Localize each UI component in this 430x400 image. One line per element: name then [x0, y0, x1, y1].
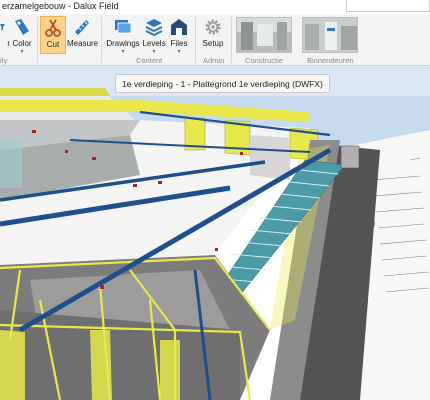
visibility-group-label: ity — [0, 56, 8, 65]
binnendeuren-thumbnail-image — [303, 18, 357, 52]
drawings-icon — [115, 20, 132, 34]
measure-label: Measure — [67, 39, 99, 48]
view-label-binnendeuren: Binnendeuren — [307, 56, 354, 65]
ruler-icon — [75, 20, 89, 35]
measure-button[interactable]: Measure — [67, 16, 99, 54]
drawings-button[interactable]: Drawings ▾ — [106, 16, 140, 55]
levels-label: Levels — [142, 39, 166, 48]
ribbon-toolbar: r Color ▾ ity Cut Measure Drawings ▾ Lev… — [0, 14, 430, 66]
ribbon-separator — [37, 17, 38, 63]
files-button[interactable]: Files ▾ — [168, 16, 190, 55]
levels-dropdown-icon: ▾ — [152, 49, 156, 55]
color-label: Color — [12, 39, 32, 48]
levels-icon — [145, 19, 163, 37]
window-controls[interactable] — [346, 0, 430, 12]
setup-label: Setup — [202, 39, 224, 48]
drawings-dropdown-icon: ▾ — [121, 49, 125, 55]
gear-icon — [205, 19, 221, 35]
constructie-thumbnail-image — [237, 18, 291, 52]
window-title: erzamelgebouw - Dalux Field — [2, 1, 119, 11]
drawings-label: Drawings — [106, 39, 140, 48]
files-icon — [171, 19, 187, 35]
drawing-tooltip: 1e verdieping - 1 - Plattegrond 1e verdi… — [115, 74, 330, 93]
cut-button[interactable]: Cut — [40, 16, 66, 54]
ribbon-separator — [195, 17, 196, 63]
view-label-constructie: Constructie — [245, 56, 283, 65]
cut-label: Cut — [46, 40, 60, 49]
filter-button[interactable]: r — [0, 16, 10, 54]
color-button[interactable]: Color ▾ — [10, 16, 34, 55]
files-dropdown-icon: ▾ — [177, 49, 181, 55]
view-thumbnail-constructie[interactable] — [236, 17, 292, 53]
filter-icon — [0, 24, 5, 30]
color-dropdown-icon: ▾ — [20, 49, 24, 55]
scissors-icon — [45, 19, 61, 37]
files-label: Files — [170, 39, 188, 48]
palette-icon — [15, 19, 29, 35]
content-group-label: Content — [136, 56, 163, 65]
filter-label: r — [7, 39, 10, 48]
ribbon-separator — [101, 17, 102, 63]
view-thumbnail-binnendeuren[interactable] — [302, 17, 358, 53]
building-model-render — [0, 66, 430, 400]
setup-button[interactable]: Setup — [199, 16, 227, 54]
levels-button[interactable]: Levels ▾ — [141, 16, 167, 55]
admin-group-label: Admin — [203, 56, 225, 65]
3d-model-viewport[interactable]: 1e verdieping - 1 - Plattegrond 1e verdi… — [0, 66, 430, 400]
ribbon-separator — [231, 17, 232, 63]
title-bar: erzamelgebouw - Dalux Field — [0, 0, 430, 14]
